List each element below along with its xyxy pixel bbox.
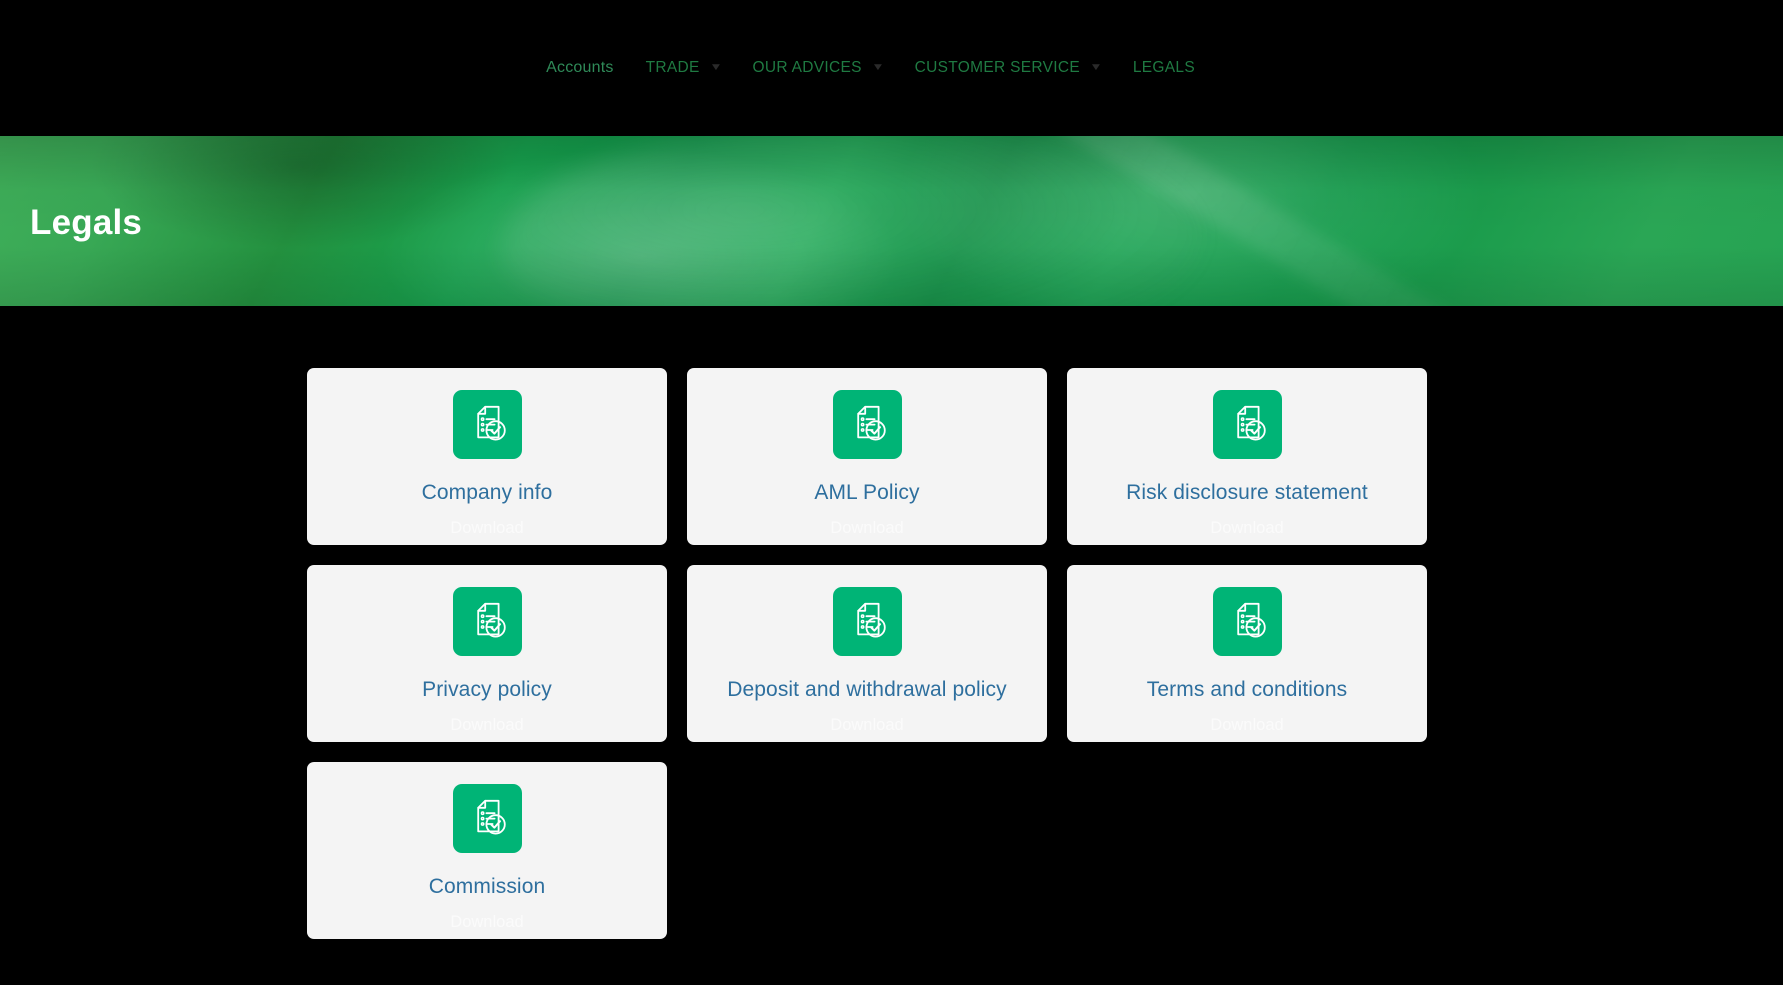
main-navigation: Accounts TRADE ▼ OUR ADVICES ▼ CUSTOMER SERVI… (0, 0, 1783, 136)
card-icon-tile (452, 390, 522, 459)
card-icon-tile (1212, 390, 1282, 459)
page-root: Accounts TRADE ▼ OUR ADVICES ▼ CUSTOMER SERVI… (0, 0, 1783, 985)
legal-document-card[interactable]: Privacy policy Download (307, 565, 667, 742)
nav-item-customer-service[interactable]: CUSTOMER SERVICE ▼ (899, 48, 1117, 88)
document-check-icon (857, 405, 886, 441)
card-icon-tile (832, 390, 902, 459)
card-title: Privacy policy (422, 678, 552, 701)
legal-document-card[interactable]: AML Policy Download (687, 368, 1047, 545)
card-title: Commission (428, 875, 546, 898)
card-title: Terms and conditions (1146, 678, 1348, 701)
card-icon-tile (452, 587, 522, 656)
document-check-icon (477, 799, 506, 835)
card-icon-tile (452, 784, 522, 853)
nav-list: Accounts TRADE ▼ OUR ADVICES ▼ CUSTOMER SERVI… (530, 48, 1211, 88)
card-title: Company info (421, 481, 553, 504)
chevron-down-icon[interactable]: ▼ (709, 63, 722, 73)
download-link[interactable]: Download (450, 717, 523, 734)
hero-shade-overlay (0, 136, 1783, 306)
legal-document-card[interactable]: Company info Download (307, 368, 667, 545)
nav-item-accounts[interactable]: Accounts (530, 48, 629, 88)
nav-item-label: TRADE (645, 59, 700, 76)
download-link[interactable]: Download (450, 520, 523, 537)
main-content: Company info Download AML Policy Download Ri… (0, 306, 1783, 985)
download-link[interactable]: Download (830, 520, 903, 537)
download-link[interactable]: Download (1210, 520, 1283, 537)
legal-documents-grid: Company info Download AML Policy Download Ri… (307, 368, 1428, 939)
download-link[interactable]: Download (830, 717, 903, 734)
card-title: AML Policy (814, 481, 920, 504)
nav-item-trade[interactable]: TRADE ▼ (630, 48, 737, 88)
legal-document-card[interactable]: Terms and conditions Download (1067, 565, 1427, 742)
document-check-icon (857, 602, 886, 638)
chevron-down-icon[interactable]: ▼ (1089, 63, 1102, 73)
document-check-icon (1237, 405, 1266, 441)
legal-document-card[interactable]: Deposit and withdrawal policy Download (687, 565, 1047, 742)
card-icon-tile (832, 587, 902, 656)
nav-item-legals[interactable]: LEGALS (1117, 48, 1211, 88)
card-title: Deposit and withdrawal policy (727, 678, 1007, 701)
chevron-down-icon[interactable]: ▼ (871, 63, 884, 73)
site-header: Accounts TRADE ▼ OUR ADVICES ▼ CUSTOMER SERVI… (0, 0, 1783, 136)
document-check-icon (1237, 602, 1266, 638)
legal-document-card[interactable]: Risk disclosure statement Download (1067, 368, 1427, 545)
nav-item-label: OUR ADVICES (752, 59, 862, 76)
download-link[interactable]: Download (450, 914, 523, 931)
nav-item-our-advices[interactable]: OUR ADVICES ▼ (737, 48, 899, 88)
page-title: Legals (30, 203, 143, 242)
legal-document-card[interactable]: Commission Download (307, 762, 667, 939)
document-check-icon (477, 405, 506, 441)
card-icon-tile (1212, 587, 1282, 656)
document-check-icon (477, 602, 506, 638)
card-title: Risk disclosure statement (1126, 481, 1368, 504)
download-link[interactable]: Download (1210, 717, 1283, 734)
nav-item-label: CUSTOMER SERVICE (914, 59, 1080, 76)
nav-item-label: Accounts (546, 59, 614, 76)
hero-banner (0, 136, 1783, 306)
nav-item-label: LEGALS (1132, 59, 1195, 76)
